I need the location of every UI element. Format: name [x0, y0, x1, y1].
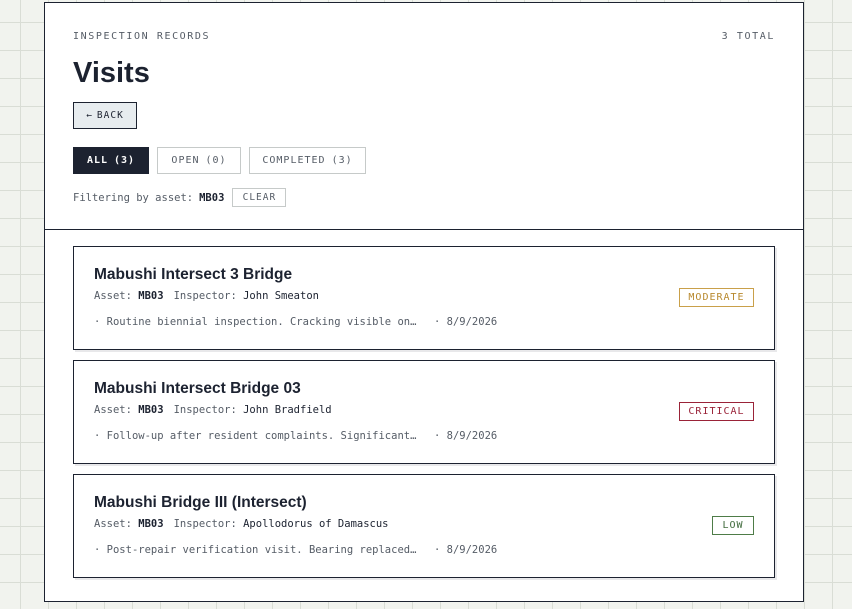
visit-inspector: John Smeaton: [243, 290, 319, 302]
bullet: ·: [94, 544, 101, 556]
back-button-label: BACK: [96, 110, 124, 121]
inspector-label: Inspector:: [173, 404, 237, 416]
severity-badge: MODERATE: [679, 288, 754, 307]
page-header: INSPECTION RECORDS 3 TOTAL Visits ← BACK…: [45, 3, 803, 230]
clear-filter-button[interactable]: CLEAR: [232, 188, 287, 207]
visit-meta: Asset: MB03 Inspector: John Bradfield: [94, 404, 332, 416]
severity-badge: CRITICAL: [679, 402, 754, 421]
visit-title: Mabushi Intersect 3 Bridge: [94, 266, 293, 283]
visit-list: Mabushi Intersect 3 Bridge Asset: MB03 In…: [73, 246, 775, 588]
bullet: ·: [94, 430, 101, 442]
tab-all[interactable]: ALL (3): [73, 147, 149, 174]
filter-asset-value: MB03: [199, 191, 225, 204]
back-arrow-icon: ←: [86, 110, 93, 121]
filter-label: Filtering by asset:: [73, 191, 194, 204]
visit-meta: Asset: MB03 Inspector: Apollodorus of Dam…: [94, 518, 389, 530]
section-eyebrow: INSPECTION RECORDS: [73, 31, 211, 42]
tab-completed[interactable]: COMPLETED (3): [249, 147, 366, 174]
visit-date: · 8/9/2026: [434, 316, 498, 328]
visit-card[interactable]: Mabushi Intersect 3 Bridge Asset: MB03 In…: [73, 246, 775, 350]
visit-summary: · Routine biennial inspection. Cracking …: [94, 316, 497, 328]
status-tabs: ALL (3) OPEN (0) COMPLETED (3): [73, 147, 366, 174]
visit-description: Post-repair verification visit. Bearing …: [106, 544, 420, 556]
visit-summary: · Post-repair verification visit. Bearin…: [94, 544, 497, 556]
visit-meta: Asset: MB03 Inspector: John Smeaton: [94, 290, 319, 302]
severity-badge: LOW: [712, 516, 754, 535]
asset-filter: Filtering by asset: MB03 CLEAR: [73, 188, 287, 207]
visit-title: Mabushi Bridge III (Intersect): [94, 494, 307, 511]
visit-card[interactable]: Mabushi Intersect Bridge 03 Asset: MB03 I…: [73, 360, 775, 464]
visit-title: Mabushi Intersect Bridge 03: [94, 380, 301, 397]
visit-inspector: Apollodorus of Damascus: [243, 518, 389, 530]
visit-asset: MB03: [138, 290, 164, 302]
asset-label: Asset:: [94, 518, 132, 530]
visit-date: · 8/9/2026: [434, 430, 498, 442]
visit-card[interactable]: Mabushi Bridge III (Intersect) Asset: MB…: [73, 474, 775, 578]
tab-label: COMPLETED: [262, 155, 326, 166]
visit-description: Follow-up after resident complaints. Sig…: [106, 430, 420, 442]
visits-panel: INSPECTION RECORDS 3 TOTAL Visits ← BACK…: [44, 2, 804, 602]
visit-asset: MB03: [138, 518, 164, 530]
inspector-label: Inspector:: [173, 290, 237, 302]
visit-inspector: John Bradfield: [243, 404, 332, 416]
asset-label: Asset:: [94, 404, 132, 416]
total-count: 3 TOTAL: [721, 31, 775, 42]
back-button[interactable]: ← BACK: [73, 102, 137, 129]
tab-label: ALL: [86, 155, 108, 166]
visit-asset: MB03: [138, 404, 164, 416]
asset-label: Asset:: [94, 290, 132, 302]
tab-count: (3): [114, 155, 136, 166]
tab-open[interactable]: OPEN (0): [157, 147, 241, 174]
visit-description: Routine biennial inspection. Cracking vi…: [106, 316, 420, 328]
visit-summary: · Follow-up after resident complaints. S…: [94, 430, 497, 442]
tab-count: (0): [205, 155, 227, 166]
inspector-label: Inspector:: [173, 518, 237, 530]
page-title: Visits: [73, 57, 150, 89]
visit-date: · 8/9/2026: [434, 544, 498, 556]
tab-label: OPEN: [171, 155, 200, 166]
bullet: ·: [94, 316, 101, 328]
tab-count: (3): [331, 155, 353, 166]
